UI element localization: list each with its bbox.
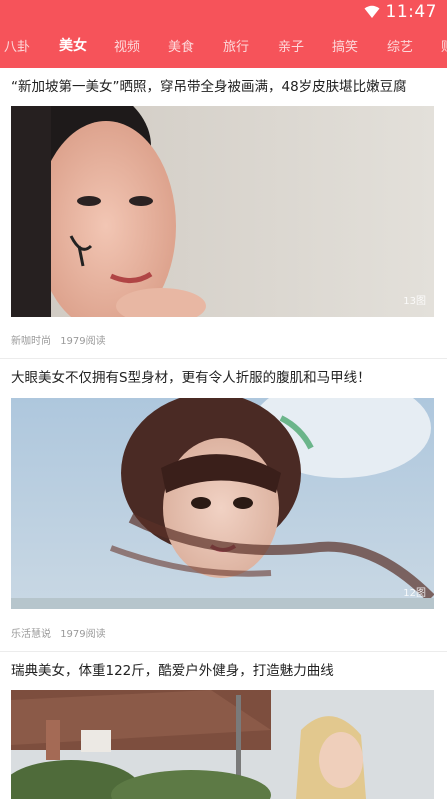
tab-finance[interactable]: 财: [441, 36, 447, 55]
status-right: 11:47: [364, 2, 438, 22]
image-count-badge: 12图: [403, 588, 426, 599]
article-meta: 乐活慧说 1979阅读: [11, 625, 112, 640]
tab-parenting[interactable]: 亲子: [278, 36, 304, 55]
status-time: 11:47: [385, 2, 437, 22]
image-count-badge: 13图: [403, 296, 426, 307]
article-card[interactable]: “新加坡第一美女”晒照，穿吊带全身被画满，48岁皮肤堪比嫩豆腐 13图 新咖时尚…: [0, 68, 447, 359]
tab-beauty[interactable]: 美女: [59, 35, 87, 55]
article-source: 新咖时尚: [11, 336, 51, 347]
article-reads: 1979阅读: [60, 336, 106, 347]
status-bar: 11:47: [0, 0, 447, 24]
article-thumbnail[interactable]: 13图: [11, 106, 434, 317]
article-meta: 新咖时尚 1979阅读: [11, 332, 112, 347]
article-thumbnail[interactable]: [11, 690, 434, 799]
woman-portrait-image: [11, 106, 434, 317]
article-reads: 1979阅读: [60, 629, 106, 640]
article-source: 乐活慧说: [11, 629, 51, 640]
app-header: 11:47 八卦 美女 视频 美食 旅行 亲子 搞笑 综艺 财: [0, 0, 447, 68]
article-title[interactable]: 瑞典美女，体重122斤，酷爱户外健身，打造魅力曲线: [11, 661, 334, 681]
tab-video[interactable]: 视频: [114, 36, 140, 55]
article-card[interactable]: 大眼美女不仅拥有S型身材，更有令人折服的腹肌和马甲线！ 12图 乐活慧说 197…: [0, 359, 447, 652]
tab-gossip[interactable]: 八卦: [4, 36, 30, 55]
tab-food[interactable]: 美食: [168, 36, 194, 55]
tab-travel[interactable]: 旅行: [223, 36, 249, 55]
article-thumbnail[interactable]: 12图: [11, 398, 434, 609]
wifi-icon: [364, 5, 379, 18]
outdoor-house-image: [11, 690, 434, 799]
article-title[interactable]: “新加坡第一美女”晒照，穿吊带全身被画满，48岁皮肤堪比嫩豆腐: [11, 77, 407, 97]
article-card[interactable]: 瑞典美女，体重122斤，酷爱户外健身，打造魅力曲线: [0, 652, 447, 799]
article-title[interactable]: 大眼美女不仅拥有S型身材，更有令人折服的腹肌和马甲线！: [11, 368, 371, 388]
tab-variety[interactable]: 综艺: [387, 36, 413, 55]
tab-funny[interactable]: 搞笑: [332, 36, 358, 55]
category-tabs: 八卦 美女 视频 美食 旅行 亲子 搞笑 综艺 财: [0, 30, 447, 62]
girl-outdoor-image: [11, 398, 434, 609]
